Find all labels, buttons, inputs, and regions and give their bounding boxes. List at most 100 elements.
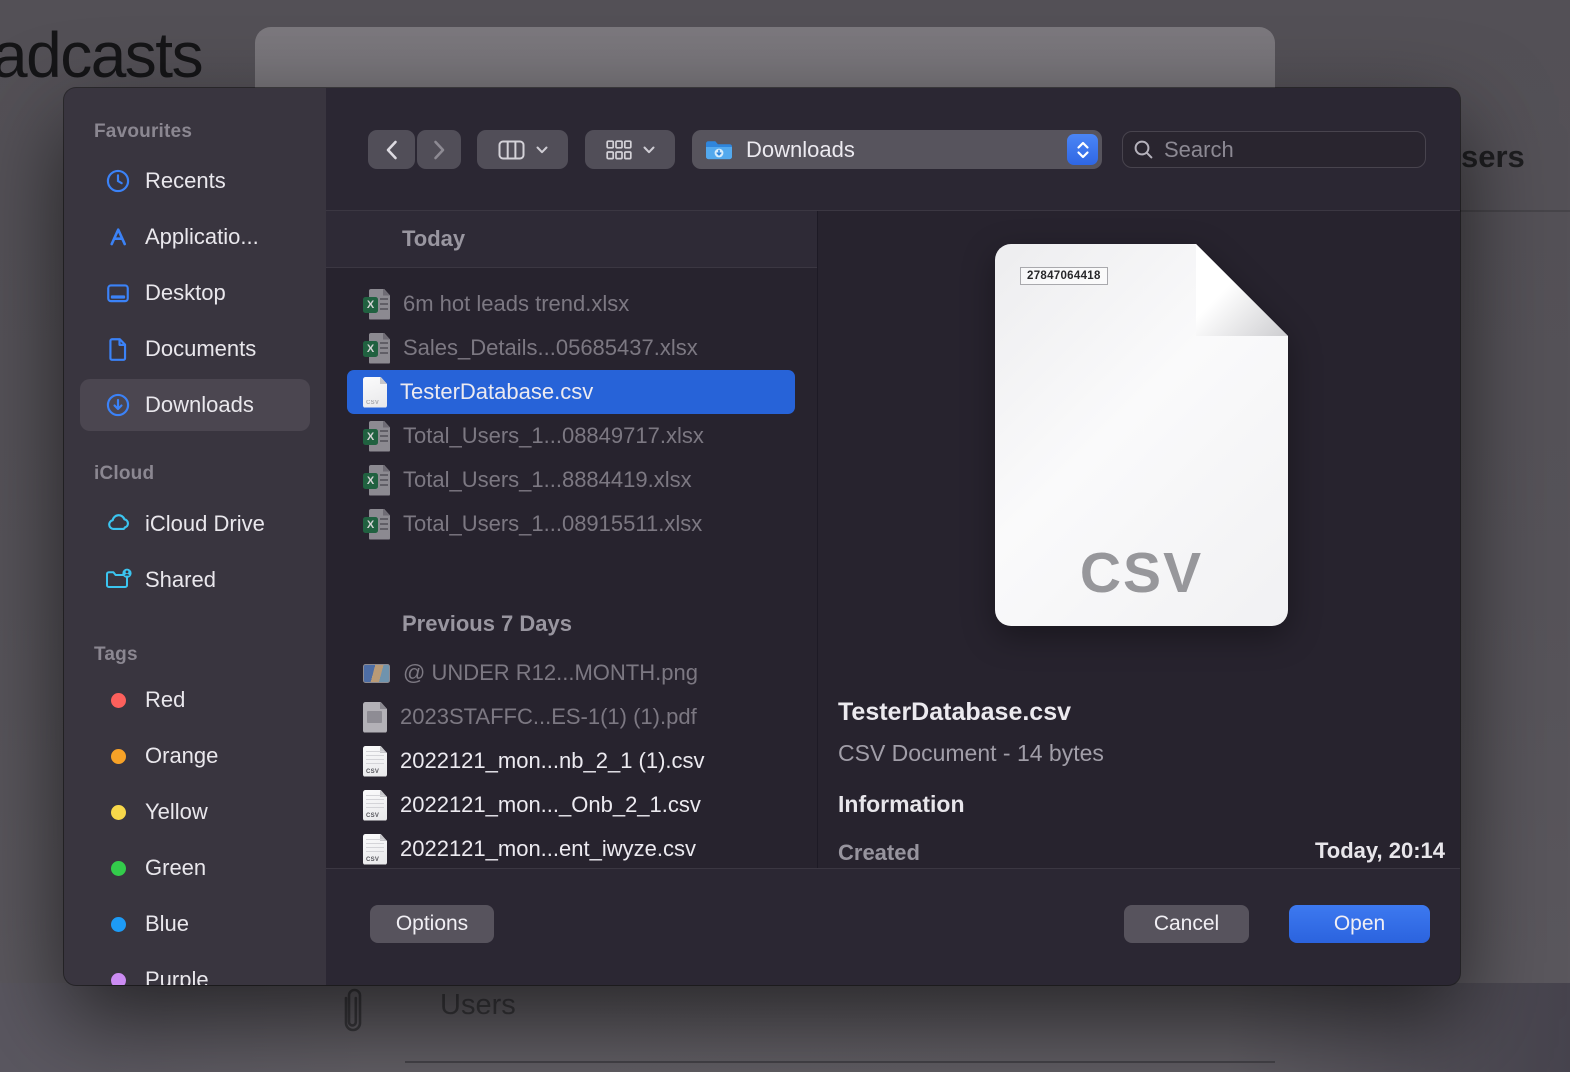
pdf-file-icon [363,701,387,733]
file-name: 6m hot leads trend.xlsx [403,291,630,316]
file-name: 2022121_mon...ent_iwyze.csv [400,836,696,861]
group-header-label: Today [402,226,466,251]
paperclip-icon [335,984,369,1041]
file-row-selected[interactable]: CSV TesterDatabase.csv [347,370,795,414]
search-field[interactable] [1122,131,1426,168]
download-circle-icon [104,391,132,419]
purple-tag-icon [111,972,126,985]
open-button[interactable]: Open [1289,905,1430,943]
sidebar-item-label: Purple [145,967,209,985]
sidebar-tag-green[interactable]: Green [80,840,310,896]
sidebar-item-label: Blue [145,911,190,936]
file-name: 2022121_mon...nb_2_1 (1).csv [400,748,705,773]
chevron-down-icon [643,146,654,153]
sidebar-item-label: Applicatio... [145,224,259,249]
sidebar-item-shared[interactable]: Shared [80,552,310,608]
search-input[interactable] [1162,135,1415,164]
sidebar-item-label: Documents [145,336,257,361]
downloads-folder-icon [706,140,732,159]
file-row-xlsx[interactable]: X Total_Users_1...08915511.xlsx [326,502,817,546]
dialog-content: Today X 6m hot leads trend.xlsx X Sales_… [326,210,1460,869]
excel-file-icon: X [363,288,390,320]
blue-tag-icon [111,916,126,932]
sidebar-tag-purple[interactable]: Purple [80,952,310,985]
back-button[interactable] [368,130,415,169]
file-name: TesterDatabase.csv [400,379,594,404]
file-row-csv[interactable]: CSV 2022121_mon..._Onb_2_1.csv [326,783,817,827]
green-tag-icon [111,860,126,876]
sidebar-item-desktop[interactable]: Desktop [80,265,310,321]
file-row-xlsx[interactable]: X Total_Users_1...8884419.xlsx [326,458,817,502]
yellow-tag-icon [111,804,126,820]
favourites-section-title: Favourites [94,121,193,142]
file-list: Today X 6m hot leads trend.xlsx X Sales_… [326,211,817,868]
options-button[interactable]: Options [370,905,494,943]
sidebar-item-label: Red [145,687,186,712]
sidebar-tag-blue[interactable]: Blue [80,896,310,952]
sidebar-item-label: Desktop [145,280,226,305]
sidebar-item-label: Green [145,855,207,880]
cancel-button[interactable]: Cancel [1124,905,1249,943]
file-row-png[interactable]: @ UNDER R12...MONTH.png [326,651,817,695]
chevron-left-icon [386,140,397,159]
sidebar: Favourites Recents Applicatio... Desktop… [64,88,326,985]
search-icon [1134,140,1153,159]
csv-file-icon: CSV [363,833,387,865]
sidebar-item-label: iCloud Drive [145,511,265,536]
csv-file-icon: CSV [363,745,387,777]
sidebar-item-label: Orange [145,743,219,768]
sidebar-item-recents[interactable]: Recents [80,153,310,209]
sidebar-tag-yellow[interactable]: Yellow [80,784,310,840]
preview-pane: 27847064418 CSV TesterDatabase.csv CSV D… [818,211,1460,868]
shared-folder-icon [104,566,132,594]
sidebar-item-applications[interactable]: Applicatio... [80,209,310,265]
background-field-underline [405,1061,1275,1063]
created-value: Today, 20:14 [1314,838,1445,863]
tags-section-title: Tags [94,644,138,665]
file-name: @ UNDER R12...MONTH.png [403,660,698,685]
forward-button[interactable] [417,130,461,169]
group-header-previous-7-days: Previous 7 Days [402,611,572,636]
file-name: Total_Users_1...08915511.xlsx [403,511,703,536]
file-row-xlsx[interactable]: X 6m hot leads trend.xlsx [326,282,817,326]
excel-file-icon: X [363,420,390,452]
folded-corner [1196,244,1288,336]
sidebar-item-icloud-drive[interactable]: iCloud Drive [80,496,310,552]
file-open-dialog: Favourites Recents Applicatio... Desktop… [64,88,1460,985]
chevron-down-icon [536,146,547,153]
sidebar-tag-orange[interactable]: Orange [80,728,310,784]
sidebar-item-documents[interactable]: Documents [80,321,310,377]
background-title-partial: adcasts [0,19,204,91]
csv-type-label: CSV [1079,541,1204,605]
desktop-icon [104,279,132,307]
file-name: Sales_Details...05685437.xlsx [403,335,698,360]
up-down-stepper-icon[interactable] [1067,134,1098,165]
preview-file-name: TesterDatabase.csv [838,698,1072,726]
appstore-icon [104,223,132,251]
sidebar-item-downloads[interactable]: Downloads [80,379,310,431]
group-by-button[interactable] [585,130,675,169]
created-label: Created [838,840,920,865]
cloud-icon [104,510,132,538]
file-name: Total_Users_1...8884419.xlsx [403,467,692,492]
location-popup[interactable]: Downloads [692,130,1102,169]
excel-file-icon: X [363,508,390,540]
image-file-icon [363,663,390,683]
chevron-right-icon [433,140,444,159]
background-users-label-partial: sers [1461,139,1525,174]
sidebar-tag-red[interactable]: Red [80,672,310,728]
view-mode-button[interactable] [477,130,568,169]
background-divider [1458,210,1570,212]
group-view-icon [605,139,632,159]
excel-file-icon: X [363,332,390,364]
file-row-xlsx[interactable]: X Sales_Details...05685437.xlsx [326,326,817,370]
file-row-xlsx[interactable]: X Total_Users_1...08849717.xlsx [326,414,817,458]
excel-file-icon: X [363,464,390,496]
csv-preview-icon: 27847064418 CSV [995,244,1288,626]
file-row-csv[interactable]: CSV 2022121_mon...nb_2_1 (1).csv [326,739,817,783]
document-icon [104,335,132,363]
file-row-csv[interactable]: CSV 2022121_mon...ent_iwyze.csv [326,827,817,868]
background-bottom-panel: Users [0,983,1570,1072]
red-tag-icon [111,692,126,708]
file-row-pdf[interactable]: 2023STAFFC...ES-1(1) (1).pdf [326,695,817,739]
